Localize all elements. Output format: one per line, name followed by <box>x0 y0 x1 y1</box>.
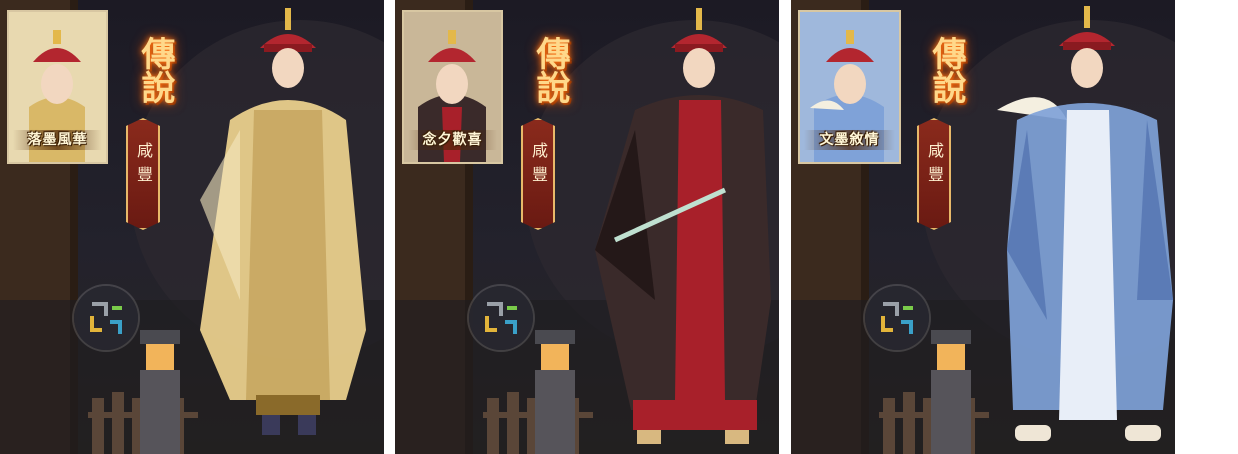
character-figure <box>595 8 771 444</box>
character-tag: 咸豐 <box>917 118 951 230</box>
lantern-icon <box>535 330 575 454</box>
character-name: 咸豐 <box>925 142 944 190</box>
costume-card-1[interactable]: 落墨風華 傳說 咸豐 <box>0 0 384 454</box>
costume-name: 文墨敘情 <box>804 130 895 150</box>
game-logo-icon <box>865 286 929 350</box>
rarity-label: 傳說 <box>530 36 570 104</box>
costume-name: 落墨風華 <box>13 130 102 150</box>
costume-portrait[interactable]: 落墨風華 <box>7 10 108 164</box>
rarity-label: 傳說 <box>135 36 175 104</box>
costume-name: 念夕歡喜 <box>408 130 497 150</box>
character-figure <box>200 8 366 435</box>
costume-portrait[interactable]: 念夕歡喜 <box>402 10 503 164</box>
game-logo-icon <box>469 286 533 350</box>
character-figure <box>997 6 1173 441</box>
character-name: 咸豐 <box>134 142 153 190</box>
costume-card-2[interactable]: 念夕歡喜 傳說 咸豐 <box>395 0 779 454</box>
character-tag: 咸豐 <box>126 118 160 230</box>
costume-portrait[interactable]: 文墨敘情 <box>798 10 901 164</box>
character-tag: 咸豐 <box>521 118 555 230</box>
game-logo-icon <box>74 286 138 350</box>
lantern-icon <box>931 330 971 454</box>
costume-card-3[interactable]: 文墨敘情 傳說 咸豐 <box>791 0 1175 454</box>
rarity-label: 傳說 <box>926 36 966 104</box>
character-name: 咸豐 <box>529 142 548 190</box>
